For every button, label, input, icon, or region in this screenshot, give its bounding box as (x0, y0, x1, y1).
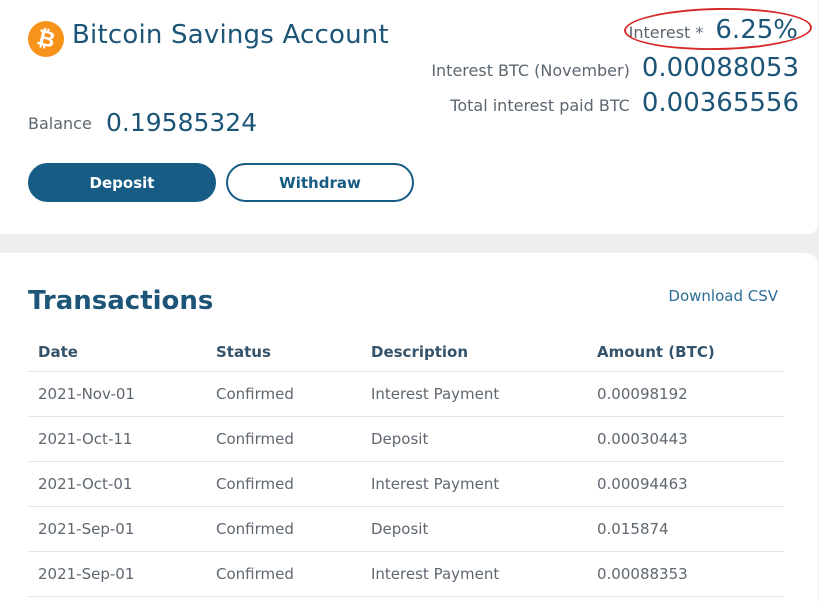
monthly-interest-row: Interest BTC (November) 0.00088053 (431, 53, 799, 83)
transactions-title: Transactions (28, 286, 214, 316)
cell-status: Confirmed (206, 551, 361, 597)
table-row: 2021-Oct-11 Confirmed Deposit 0.00030443 (28, 416, 784, 462)
page-title: Bitcoin Savings Account (72, 20, 389, 50)
cell-amount: 0.00088353 (587, 551, 784, 597)
bitcoin-symbol: ₿ (34, 25, 58, 54)
balance-value: 0.19585324 (106, 108, 258, 137)
cell-description: Interest Payment (361, 551, 587, 597)
cell-date: 2021-Sep-01 (28, 506, 206, 552)
download-csv-link[interactable]: Download CSV (668, 287, 778, 305)
cell-description: Deposit (361, 416, 587, 462)
cell-status: Confirmed (206, 371, 361, 417)
cell-date: 2021-Sep-01 (28, 551, 206, 597)
cell-amount: 0.00030443 (587, 416, 784, 462)
total-interest-label: Total interest paid BTC (450, 96, 630, 115)
monthly-interest-label: Interest BTC (November) (431, 61, 630, 80)
cell-date: 2021-Oct-11 (28, 416, 206, 462)
cell-amount: 0.00098192 (587, 371, 784, 417)
table-row: 2021-Oct-01 Confirmed Interest Payment 0… (28, 461, 784, 507)
table-row: 2021-Sep-01 Confirmed Deposit 0.015874 (28, 506, 784, 552)
cell-status: Confirmed (206, 506, 361, 552)
total-interest-row: Total interest paid BTC 0.00365556 (450, 88, 799, 118)
column-header-status: Status (206, 333, 361, 372)
cell-description: Deposit (361, 506, 587, 552)
cell-date: 2021-Nov-01 (28, 371, 206, 417)
column-header-amount: Amount (BTC) (587, 333, 784, 372)
cell-amount: 0.00094463 (587, 461, 784, 507)
transactions-table: Date Status Description Amount (BTC) 202… (28, 333, 784, 597)
table-header-row: Date Status Description Amount (BTC) (28, 333, 784, 372)
cell-amount: 0.015874 (587, 506, 784, 552)
deposit-button[interactable]: Deposit (28, 163, 216, 202)
table-row: 2021-Sep-01 Confirmed Interest Payment 0… (28, 551, 784, 597)
cell-date: 2021-Oct-01 (28, 461, 206, 507)
total-interest-value: 0.00365556 (641, 88, 799, 118)
withdraw-button[interactable]: Withdraw (226, 163, 414, 202)
monthly-interest-value: 0.00088053 (641, 53, 799, 83)
column-header-description: Description (361, 333, 587, 372)
cell-description: Interest Payment (361, 461, 587, 507)
bitcoin-icon: ₿ (28, 21, 64, 57)
column-header-date: Date (28, 333, 206, 372)
cell-status: Confirmed (206, 416, 361, 462)
balance-label: Balance (28, 114, 92, 133)
cell-status: Confirmed (206, 461, 361, 507)
table-row: 2021-Nov-01 Confirmed Interest Payment 0… (28, 371, 784, 417)
cell-description: Interest Payment (361, 371, 587, 417)
